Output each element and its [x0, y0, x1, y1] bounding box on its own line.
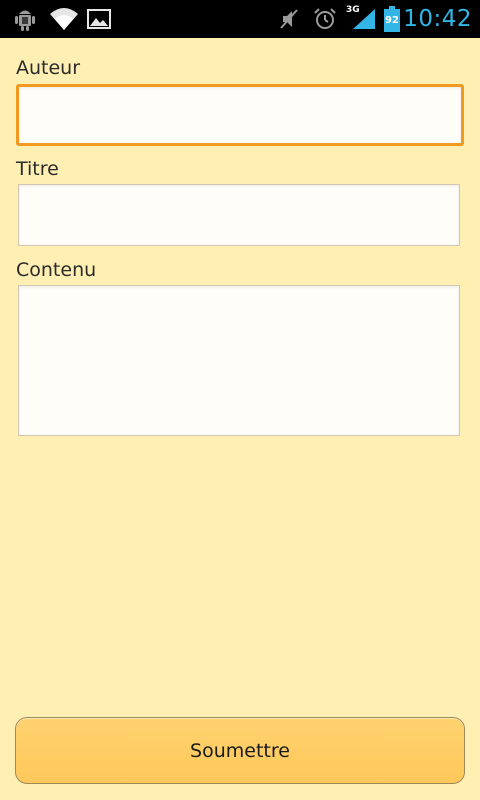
alarm-icon — [312, 0, 338, 38]
image-icon — [86, 0, 112, 38]
battery-level: 92 — [385, 15, 399, 26]
content-textarea[interactable] — [18, 285, 460, 436]
android-debug-icon — [10, 0, 40, 38]
title-label: Titre — [16, 158, 59, 180]
mute-icon — [278, 0, 300, 38]
title-input[interactable] — [18, 184, 460, 246]
submit-button[interactable]: Soumettre — [15, 717, 465, 784]
author-label: Auteur — [16, 57, 81, 79]
status-time: 10:42 — [403, 6, 472, 32]
status-bar: 3G 92 10:42 — [0, 0, 480, 38]
author-input[interactable] — [16, 84, 464, 146]
signal-icon — [350, 0, 378, 38]
content-label: Contenu — [16, 259, 97, 281]
battery-icon: 92 — [382, 0, 402, 38]
wifi-icon — [48, 0, 80, 38]
